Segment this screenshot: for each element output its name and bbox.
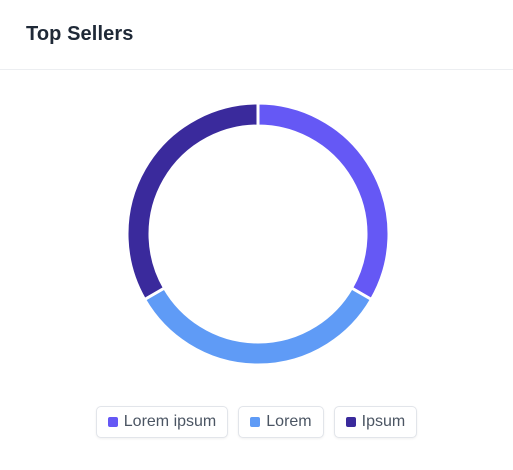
donut-chart	[0, 70, 513, 390]
legend-label: Lorem	[266, 413, 312, 430]
donut-slice-lorem-ipsum[interactable]	[256, 101, 391, 302]
legend-label: Lorem ipsum	[123, 413, 217, 430]
top-sellers-card: Top Sellers Lorem ipsum Lorem Ipsum	[0, 0, 513, 470]
legend-item-ipsum[interactable]: Ipsum	[333, 406, 418, 438]
card-header: Top Sellers	[0, 0, 513, 70]
legend-swatch	[345, 417, 356, 427]
donut-slice-ipsum[interactable]	[125, 101, 260, 302]
legend-item-lorem[interactable]: Lorem	[238, 406, 324, 438]
donut-slice-lorem[interactable]	[142, 285, 374, 367]
legend-swatch	[250, 417, 261, 427]
legend-label: Ipsum	[361, 413, 406, 430]
chart-legend: Lorem ipsum Lorem Ipsum	[0, 406, 513, 438]
donut-chart-svg	[125, 101, 391, 367]
legend-swatch	[107, 417, 118, 427]
card-title: Top Sellers	[26, 23, 134, 45]
legend-item-lorem-ipsum[interactable]: Lorem ipsum	[95, 406, 229, 438]
